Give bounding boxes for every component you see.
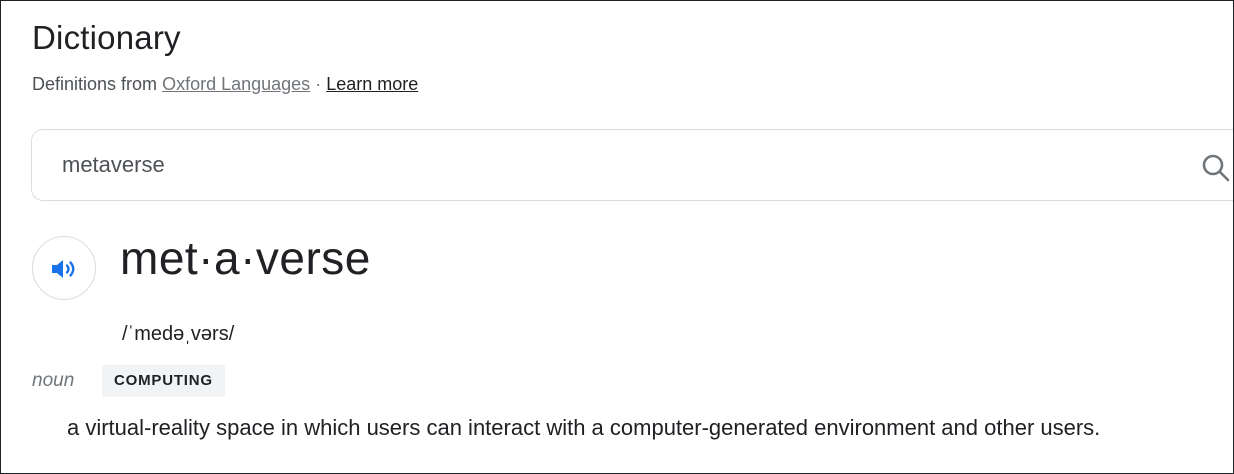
page-title: Dictionary bbox=[32, 19, 181, 56]
source-prefix: Definitions from bbox=[32, 74, 158, 94]
definition-text: a virtual-reality space in which users c… bbox=[67, 415, 1101, 440]
subject-label: COMPUTING bbox=[102, 365, 225, 397]
search-input[interactable] bbox=[62, 149, 1062, 181]
separator-dot: · bbox=[315, 74, 322, 94]
part-of-speech: noun bbox=[32, 370, 75, 391]
learn-more-link[interactable]: Learn more bbox=[326, 74, 418, 94]
dictionary-card: Dictionary Definitions from Oxford Langu… bbox=[0, 0, 1234, 474]
source-line: Definitions from Oxford Languages · Lear… bbox=[32, 74, 418, 95]
phonetic-spelling: /ˈmedəˌvərs/ bbox=[122, 323, 235, 345]
speaker-icon bbox=[52, 260, 75, 278]
search-icon[interactable] bbox=[1200, 152, 1232, 184]
oxford-languages-link[interactable]: Oxford Languages bbox=[162, 74, 310, 94]
pronunciation-audio-button[interactable] bbox=[32, 236, 96, 300]
headword: met·a·verse bbox=[120, 232, 371, 284]
search-box bbox=[31, 129, 1233, 201]
